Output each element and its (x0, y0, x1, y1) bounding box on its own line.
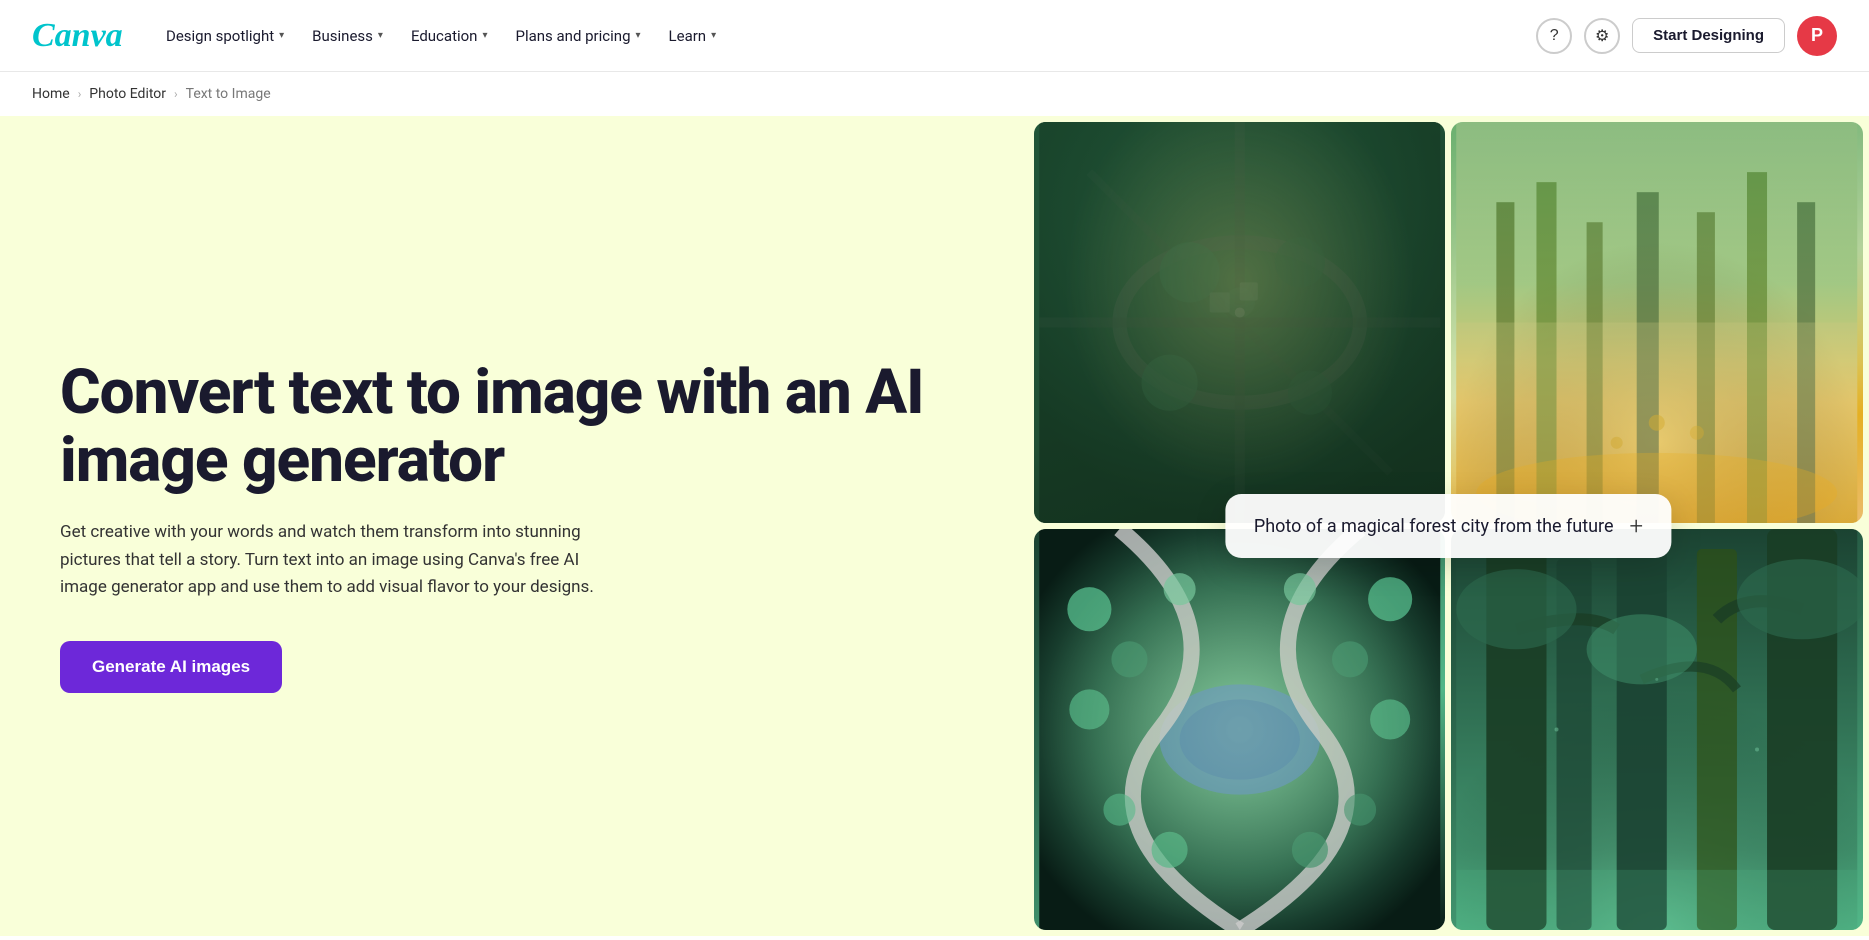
breadcrumb-current: Text to Image (186, 86, 271, 102)
nav-learn[interactable]: Learn ▾ (657, 19, 729, 53)
nav-education[interactable]: Education ▾ (399, 19, 500, 53)
prompt-add-button[interactable]: + (1630, 512, 1644, 540)
hero-section: Convert text to image with an AI image g… (0, 116, 1028, 936)
nav-design-spotlight[interactable]: Design spotlight ▾ (154, 19, 296, 53)
generate-ai-images-button[interactable]: Generate AI images (60, 641, 282, 693)
chevron-down-icon: ▾ (378, 30, 383, 41)
gallery-image-1 (1034, 122, 1446, 523)
hero-title: Convert text to image with an AI image g… (60, 359, 968, 495)
user-avatar-button[interactable]: P (1797, 16, 1837, 56)
breadcrumb-separator: › (78, 87, 82, 101)
chevron-down-icon: ▾ (482, 30, 487, 41)
prompt-text: Photo of a magical forest city from the … (1254, 516, 1614, 537)
main-layout: Convert text to image with an AI image g… (0, 116, 1869, 936)
nav-business[interactable]: Business ▾ (300, 19, 395, 53)
gallery-image-2 (1451, 122, 1863, 523)
breadcrumb-home[interactable]: Home (32, 86, 70, 102)
help-icon: ? (1550, 27, 1559, 45)
start-designing-button[interactable]: Start Designing (1632, 18, 1785, 53)
hero-subtitle: Get creative with your words and watch t… (60, 519, 620, 601)
canva-logo[interactable]: Canva (32, 16, 122, 56)
image-gallery: Photo of a magical forest city from the … (1028, 116, 1869, 936)
settings-button[interactable]: ⚙ (1584, 18, 1620, 54)
svg-text:Canva: Canva (32, 17, 122, 52)
nav-actions: ? ⚙ Start Designing P (1536, 16, 1837, 56)
help-button[interactable]: ? (1536, 18, 1572, 54)
nav-plans-pricing[interactable]: Plans and pricing ▾ (504, 19, 653, 53)
nav-links: Design spotlight ▾ Business ▾ Education … (154, 19, 1536, 53)
navbar: Canva Design spotlight ▾ Business ▾ Educ… (0, 0, 1869, 72)
gallery-image-4 (1451, 529, 1863, 930)
breadcrumb-photo-editor[interactable]: Photo Editor (89, 86, 166, 102)
breadcrumb: Home › Photo Editor › Text to Image (0, 72, 1869, 116)
gallery-image-3 (1034, 529, 1446, 930)
chevron-down-icon: ▾ (711, 30, 716, 41)
prompt-overlay: Photo of a magical forest city from the … (1226, 494, 1671, 558)
chevron-down-icon: ▾ (636, 30, 641, 41)
breadcrumb-separator: › (174, 87, 178, 101)
chevron-down-icon: ▾ (279, 30, 284, 41)
gear-icon: ⚙ (1595, 26, 1609, 46)
